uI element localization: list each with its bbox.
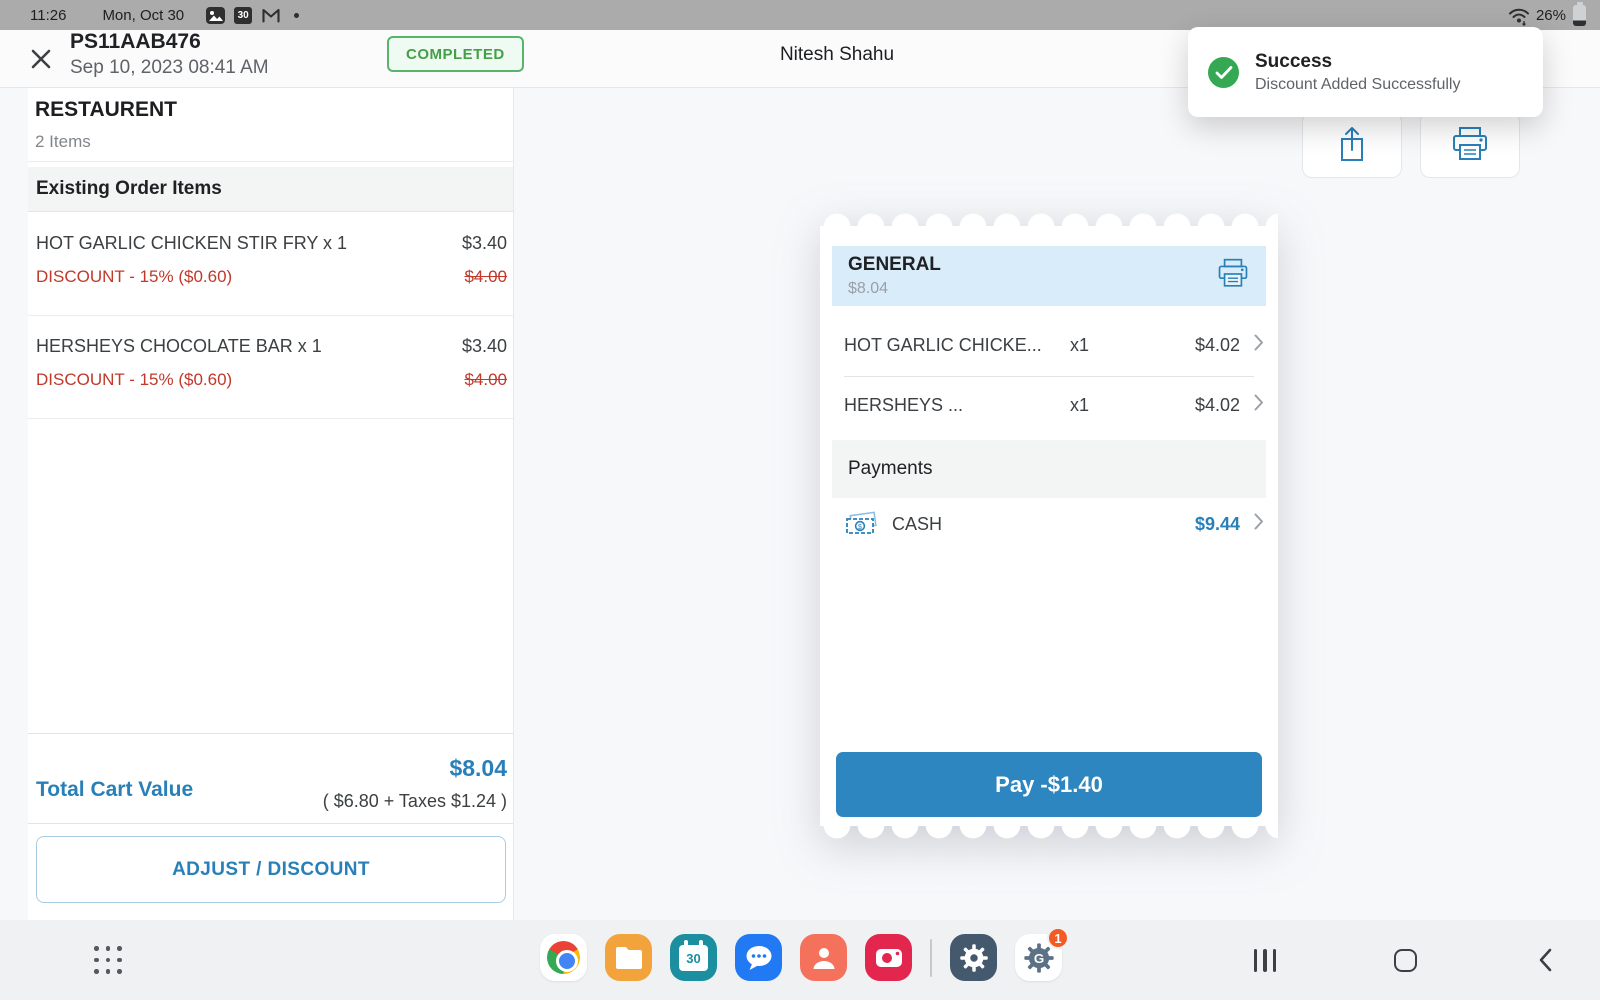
more-notifications-dot xyxy=(294,13,299,18)
customer-name: Nitesh Shahu xyxy=(780,44,894,66)
pay-button[interactable]: Pay -$1.40 xyxy=(836,752,1262,817)
total-breakdown: ( $6.80 + Taxes $1.24 ) xyxy=(323,791,507,812)
item-price: $3.40 xyxy=(462,336,507,357)
recents-button[interactable] xyxy=(1210,920,1320,1000)
order-datetime: Sep 10, 2023 08:41 AM xyxy=(70,57,269,79)
item-name: HOT GARLIC CHICKEN STIR FRY x 1 xyxy=(36,233,347,254)
status-bar: 11:26 Mon, Oct 30 30 26% xyxy=(0,0,1600,30)
toast-message: Discount Added Successfully xyxy=(1255,76,1460,94)
total-cart-value-label: Total Cart Value xyxy=(36,778,193,802)
pos-order-screen: 11:26 Mon, Oct 30 30 26% PS11AAB476 xyxy=(0,0,1600,1000)
calendar-notification-icon: 30 xyxy=(234,7,252,24)
cart-item[interactable]: HERSHEYS CHOCOLATE BAR x 1 $3.40 DISCOUN… xyxy=(28,336,513,390)
receipt-header: GENERAL $8.04 xyxy=(832,246,1266,306)
receipt-item-name: HERSHEYS ... xyxy=(844,395,963,416)
svg-text:G: G xyxy=(1033,950,1043,965)
items-count: 2 Items xyxy=(35,132,91,152)
receipt-subtotal: $8.04 xyxy=(848,280,941,298)
receipt-item-row[interactable]: HERSHEYS ... x1 $4.02 xyxy=(832,378,1266,432)
success-check-icon xyxy=(1208,57,1239,88)
receipt-title: GENERAL xyxy=(848,254,941,276)
item-discount: DISCOUNT - 15% ($0.60) xyxy=(36,267,232,287)
svg-text:$: $ xyxy=(858,524,862,531)
back-button[interactable] xyxy=(1490,920,1600,1000)
chevron-right-icon xyxy=(1254,394,1264,416)
home-button[interactable] xyxy=(1350,920,1460,1000)
success-toast: Success Discount Added Successfully xyxy=(1188,27,1543,117)
receipt-item-name: HOT GARLIC CHICKE... xyxy=(844,335,1042,356)
wifi-icon xyxy=(1507,4,1531,26)
receipt-card: GENERAL $8.04 HOT GARLIC CHICKE... x1 xyxy=(820,226,1278,826)
navigation-dock: 30 xyxy=(0,920,1600,1000)
battery-percent-label: 26% xyxy=(1536,7,1566,24)
receipt-scallop-bottom xyxy=(820,825,1278,839)
item-original-price: $4.00 xyxy=(464,370,507,390)
share-button[interactable] xyxy=(1302,112,1402,178)
item-original-price: $4.00 xyxy=(464,267,507,287)
item-discount: DISCOUNT - 15% ($0.60) xyxy=(36,370,232,390)
chevron-right-icon xyxy=(1254,334,1264,356)
payment-row-cash[interactable]: $ CASH $9.44 xyxy=(832,498,1266,550)
calendar-icon[interactable]: 30 xyxy=(670,934,717,981)
share-icon xyxy=(1334,124,1370,166)
toast-title: Success xyxy=(1255,51,1460,73)
existing-order-items-header: Existing Order Items xyxy=(28,167,513,211)
close-icon[interactable] xyxy=(26,44,56,74)
notification-icons: 30 xyxy=(206,7,299,24)
status-right-icons: 26% xyxy=(1507,4,1586,26)
settings-icon[interactable] xyxy=(950,934,997,981)
status-time: 11:26 xyxy=(30,7,66,24)
status-date: Mon, Oct 30 xyxy=(102,7,184,24)
status-badge: COMPLETED xyxy=(387,36,524,72)
dock-apps: 30 xyxy=(540,934,1062,981)
notification-badge: 1 xyxy=(1047,927,1069,949)
receipt-item-price: $4.02 xyxy=(1195,395,1254,416)
store-name: RESTAURENT xyxy=(35,98,177,122)
payments-section-header: Payments xyxy=(832,440,1266,498)
camera-icon[interactable] xyxy=(865,934,912,981)
contacts-icon[interactable] xyxy=(800,934,847,981)
receipt-item-price: $4.02 xyxy=(1195,335,1254,356)
receipt-item-qty: x1 xyxy=(1070,335,1089,356)
cash-icon: $ xyxy=(844,511,878,537)
dock-divider xyxy=(930,939,932,977)
adjust-discount-button[interactable]: ADJUST / DISCOUNT xyxy=(36,836,506,903)
google-settings-icon[interactable]: G 1 xyxy=(1015,934,1062,981)
item-price: $3.40 xyxy=(462,233,507,254)
order-id: PS11AAB476 xyxy=(70,30,201,54)
payment-amount: $9.44 xyxy=(1195,514,1254,535)
receipt-print-icon[interactable] xyxy=(1216,258,1250,295)
receipt-item-row[interactable]: HOT GARLIC CHICKE... x1 $4.02 xyxy=(832,318,1266,372)
battery-icon xyxy=(1573,5,1586,26)
chevron-right-icon xyxy=(1254,513,1264,535)
payment-method: CASH xyxy=(892,514,942,535)
app-drawer-icon[interactable] xyxy=(94,946,124,976)
calendar-day: 30 xyxy=(679,945,708,971)
gmail-notification-icon xyxy=(261,7,281,24)
item-name: HERSHEYS CHOCOLATE BAR x 1 xyxy=(36,336,322,357)
print-button[interactable] xyxy=(1420,112,1520,178)
cart-panel: RESTAURENT 2 Items Existing Order Items … xyxy=(28,88,514,920)
chrome-icon[interactable] xyxy=(540,934,587,981)
total-cart-value: $8.04 xyxy=(449,755,507,782)
messages-icon[interactable] xyxy=(735,934,782,981)
receipt-item-qty: x1 xyxy=(1070,395,1089,416)
system-nav-keys xyxy=(1210,920,1600,1000)
photo-notification-icon xyxy=(206,7,225,24)
printer-icon xyxy=(1450,126,1490,164)
receipt-scallop-top xyxy=(820,213,1278,227)
my-files-icon[interactable] xyxy=(605,934,652,981)
cart-item[interactable]: HOT GARLIC CHICKEN STIR FRY x 1 $3.40 DI… xyxy=(28,233,513,287)
